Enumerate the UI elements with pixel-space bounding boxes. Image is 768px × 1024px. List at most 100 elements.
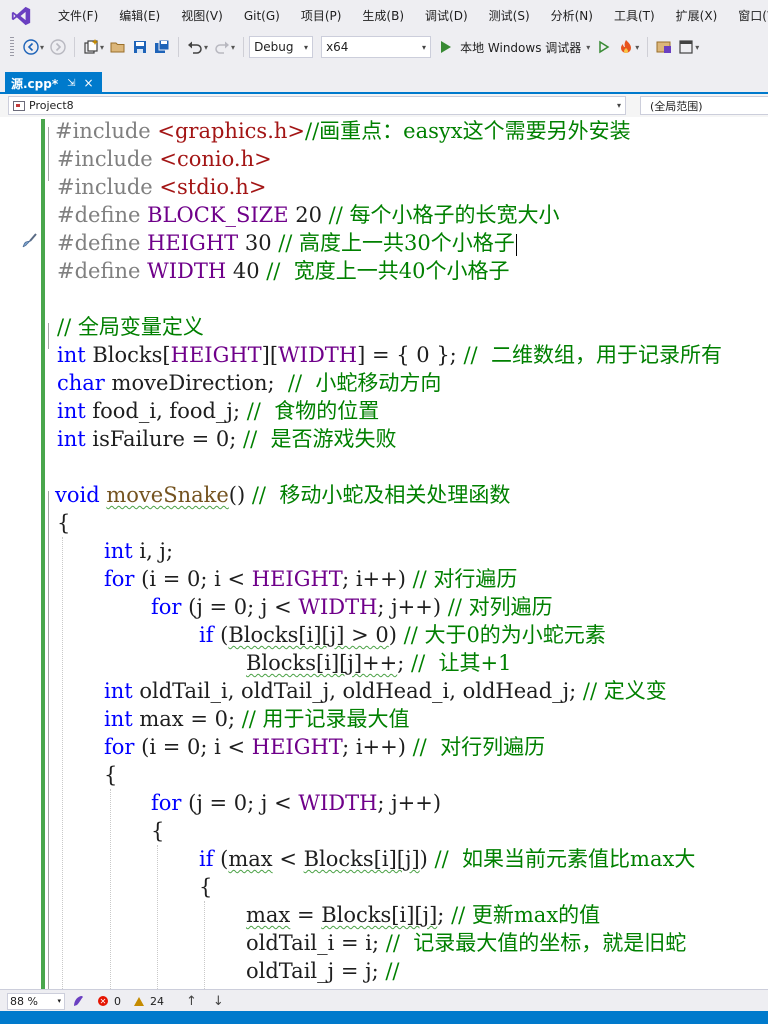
intellicode-button[interactable] bbox=[71, 994, 85, 1008]
code-line[interactable]: int i, j; bbox=[104, 537, 173, 565]
code-line[interactable]: if (max < Blocks[i][j]) // 如果当前元素值比max大 bbox=[199, 845, 695, 873]
up-arrow-icon[interactable]: ↑ bbox=[186, 994, 197, 1009]
indent-guide bbox=[62, 537, 63, 989]
warning-count-button[interactable]: 24 bbox=[134, 995, 164, 1008]
text-caret bbox=[515, 233, 517, 256]
close-icon[interactable]: × bbox=[84, 76, 94, 90]
code-line[interactable]: #define BLOCK_SIZE 20 // 每个小格子的长宽大小 bbox=[57, 201, 559, 229]
open-icon[interactable] bbox=[107, 36, 129, 58]
code-token: max bbox=[246, 903, 291, 927]
toolbar-separator bbox=[647, 37, 649, 57]
code-token: // 小蛇移动方向 bbox=[287, 371, 442, 395]
code-line[interactable]: // 全局变量定义 bbox=[57, 313, 204, 341]
brush-icon[interactable] bbox=[22, 232, 38, 248]
menu-project[interactable]: 项目(P) bbox=[291, 0, 353, 32]
play-icon[interactable] bbox=[435, 36, 457, 58]
code-line[interactable]: oldTail_i = i; // 记录最大值的坐标，就是旧蛇 bbox=[246, 929, 686, 957]
menu-test[interactable]: 测试(S) bbox=[479, 0, 541, 32]
code-token: () bbox=[228, 483, 252, 507]
code-line[interactable]: { bbox=[57, 509, 70, 537]
solution-explorer-icon[interactable] bbox=[653, 36, 675, 58]
code-line[interactable]: for (i = 0; i < HEIGHT; i++) // 对行遍历 bbox=[104, 565, 517, 593]
code-line[interactable]: for (i = 0; i < HEIGHT; i++) // 对行列遍历 bbox=[104, 733, 545, 761]
code-line[interactable]: #define HEIGHT 30 // 高度上一共30个小格子 bbox=[57, 229, 517, 257]
outline-collapse-line bbox=[48, 491, 49, 989]
down-arrow-icon[interactable]: ↓ bbox=[213, 994, 224, 1009]
undo-dropdown-icon[interactable]: ▾ bbox=[204, 43, 208, 52]
code-line[interactable]: max = Blocks[i][j]; // 更新max的值 bbox=[246, 901, 600, 929]
redo-dropdown-icon[interactable]: ▾ bbox=[231, 43, 235, 52]
play-outline-icon[interactable] bbox=[593, 36, 615, 58]
code-token: ; j++) bbox=[377, 791, 442, 815]
code-token: HEIGHT bbox=[147, 231, 239, 255]
layout-icon[interactable] bbox=[675, 36, 697, 58]
code-line[interactable]: #include <graphics.h>//画重点：easyx这个需要另外安装 bbox=[55, 117, 631, 145]
code-line[interactable]: void moveSnake() // 移动小蛇及相关处理函数 bbox=[55, 481, 510, 509]
toolbar-grip[interactable] bbox=[10, 37, 14, 57]
code-token: if bbox=[199, 623, 214, 647]
code-line[interactable]: { bbox=[151, 817, 164, 845]
new-dropdown-icon[interactable]: ▾ bbox=[100, 43, 104, 52]
code-line[interactable]: for (j = 0; j < WIDTH; j++) bbox=[151, 789, 441, 817]
forward-icon[interactable] bbox=[47, 36, 69, 58]
error-count-button[interactable]: ✕ 0 bbox=[98, 995, 121, 1008]
zoom-select[interactable]: 88 % ▾ bbox=[7, 992, 65, 1010]
configuration-select[interactable]: Debug ▾ bbox=[249, 36, 314, 58]
layout-dropdown-icon[interactable]: ▾ bbox=[695, 43, 699, 52]
code-token: <graphics.h> bbox=[157, 119, 306, 143]
code-token: Blocks[i][j] bbox=[321, 903, 438, 927]
code-line[interactable]: #define WIDTH 40 // 宽度上一共40个小格子 bbox=[57, 257, 509, 285]
new-project-icon[interactable] bbox=[80, 36, 102, 58]
code-line[interactable]: oldTail_j = j; // bbox=[246, 957, 400, 985]
menu-window[interactable]: 窗口(W) bbox=[728, 0, 768, 32]
indent-guide bbox=[157, 845, 158, 989]
code-line[interactable]: char moveDirection; // 小蛇移动方向 bbox=[57, 369, 441, 397]
vs-logo-icon[interactable] bbox=[10, 5, 32, 27]
code-line[interactable]: { bbox=[199, 873, 212, 901]
menu-view[interactable]: 视图(V) bbox=[171, 0, 234, 32]
code-line[interactable]: int food_i, food_j; // 食物的位置 bbox=[57, 397, 379, 425]
intellicode-icon bbox=[74, 996, 83, 1006]
menu-edit[interactable]: 编辑(E) bbox=[109, 0, 171, 32]
menu-file[interactable]: 文件(F) bbox=[48, 0, 109, 32]
run-dropdown-icon[interactable]: ▾ bbox=[586, 43, 590, 52]
code-line[interactable]: if (Blocks[i][j] > 0) // 大于0的为小蛇元素 bbox=[199, 621, 606, 649]
undo-icon[interactable] bbox=[184, 36, 206, 58]
code-line[interactable]: for (j = 0; j < WIDTH; j++) // 对列遍历 bbox=[151, 593, 553, 621]
menu-build[interactable]: 生成(B) bbox=[352, 0, 415, 32]
code-line[interactable]: Blocks[i][j]++; // 让其+1 bbox=[246, 649, 511, 677]
code-line[interactable]: int oldTail_i, oldTail_j, oldHead_i, old… bbox=[104, 677, 667, 705]
save-all-icon[interactable] bbox=[151, 36, 173, 58]
error-count: 0 bbox=[114, 994, 121, 1008]
menu-extensions[interactable]: 扩展(X) bbox=[666, 0, 729, 32]
code-token: // 更新max的值 bbox=[451, 903, 601, 927]
hot-reload-icon[interactable] bbox=[615, 36, 637, 58]
menu-tools[interactable]: 工具(T) bbox=[604, 0, 666, 32]
platform-select[interactable]: x64 ▾ bbox=[321, 36, 432, 58]
code-token: // 是否游戏失败 bbox=[243, 427, 397, 451]
code-editor[interactable]: #include <graphics.h>//画重点：easyx这个需要另外安装… bbox=[0, 117, 768, 989]
code-line[interactable]: { bbox=[104, 761, 117, 789]
save-icon[interactable] bbox=[129, 36, 151, 58]
hot-reload-dropdown-icon[interactable]: ▾ bbox=[635, 43, 639, 52]
code-line[interactable]: int max = 0; // 用于记录最大值 bbox=[104, 705, 410, 733]
toolbar-separator bbox=[178, 37, 180, 57]
start-debugging-button[interactable]: 本地 Windows 调试器 bbox=[460, 39, 581, 56]
code-token: ( bbox=[213, 623, 229, 647]
code-line[interactable]: #include <stdio.h> bbox=[57, 173, 266, 201]
menu-debug[interactable]: 调试(D) bbox=[415, 0, 479, 32]
code-line[interactable]: #include <conio.h> bbox=[57, 145, 272, 173]
menu-analyze[interactable]: 分析(N) bbox=[541, 0, 604, 32]
code-line[interactable]: int Blocks[HEIGHT][WIDTH] = { 0 }; // 二维… bbox=[57, 341, 722, 369]
pin-icon[interactable]: ⇲ bbox=[67, 78, 75, 89]
back-icon[interactable] bbox=[20, 36, 42, 58]
project-select[interactable]: Project8 ▾ bbox=[8, 96, 626, 115]
scope-select[interactable]: (全局范围) bbox=[640, 96, 768, 115]
back-dropdown-icon[interactable]: ▾ bbox=[40, 43, 44, 52]
menu-git[interactable]: Git(G) bbox=[234, 0, 291, 32]
tab-source-cpp[interactable]: 源.cpp* ⇲ × bbox=[5, 72, 102, 94]
redo-icon[interactable] bbox=[211, 36, 233, 58]
code-line[interactable]: int isFailure = 0; // 是否游戏失败 bbox=[57, 425, 397, 453]
code-token: char bbox=[57, 371, 105, 395]
error-icon: ✕ bbox=[98, 996, 108, 1006]
